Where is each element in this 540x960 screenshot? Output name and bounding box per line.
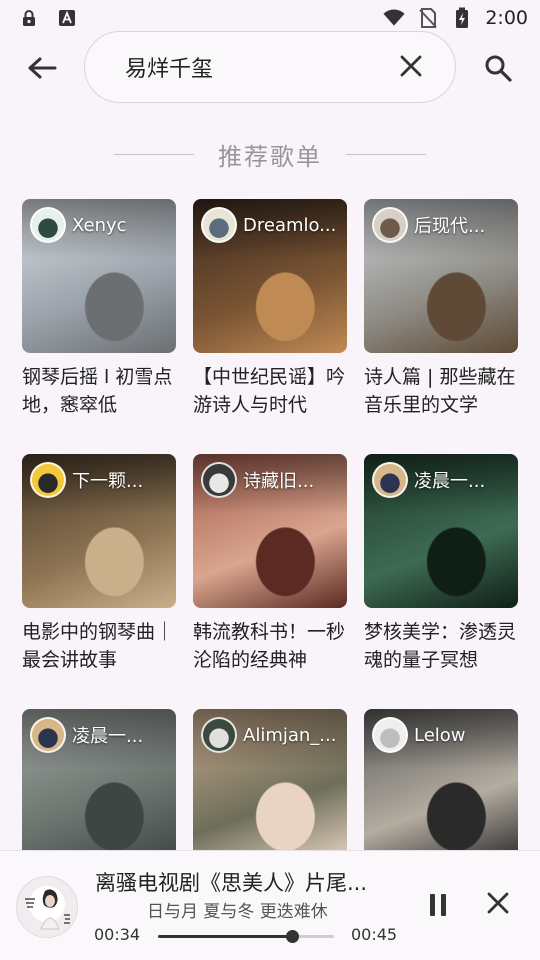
search-query: 易烊千玺 bbox=[125, 57, 214, 82]
owner-name: Dreamlo... bbox=[243, 214, 337, 236]
close-icon bbox=[400, 55, 422, 81]
close-icon bbox=[487, 892, 509, 918]
avatar bbox=[30, 717, 66, 753]
playlist-owner: Xenyc bbox=[30, 207, 170, 243]
lock-icon bbox=[18, 7, 40, 29]
close-player-button[interactable] bbox=[484, 891, 512, 919]
playlist-title: 钢琴后摇 l 初雪点地，窸窣低 bbox=[22, 366, 173, 416]
pause-icon bbox=[430, 894, 446, 916]
playlist-owner: Lelow bbox=[372, 717, 512, 753]
playlist-card[interactable]: 后现代... 诗人篇 | 那些藏在音乐里的文学 bbox=[364, 199, 518, 419]
owner-name: Xenyc bbox=[72, 214, 127, 236]
playlist-owner: 诗藏旧... bbox=[201, 462, 341, 498]
section-header: 推荐歌单 bbox=[0, 134, 540, 174]
avatar bbox=[201, 717, 237, 753]
owner-name: 凌晨一... bbox=[72, 726, 144, 747]
playlist-cover[interactable]: Xenyc bbox=[22, 199, 176, 353]
divider bbox=[346, 153, 426, 155]
section-title: 推荐歌单 bbox=[218, 142, 322, 171]
avatar bbox=[30, 462, 66, 498]
keyboard-a-icon bbox=[56, 7, 78, 29]
pause-button[interactable] bbox=[424, 891, 452, 919]
divider bbox=[114, 153, 194, 155]
search-button[interactable] bbox=[480, 52, 516, 88]
playlist-title: 诗人篇 | 那些藏在音乐里的文学 bbox=[364, 366, 516, 416]
playlist-owner: 凌晨一... bbox=[372, 462, 512, 498]
progress-knob[interactable] bbox=[285, 930, 299, 943]
back-button[interactable] bbox=[20, 52, 64, 88]
playlist-cover[interactable]: Lelow bbox=[364, 709, 518, 863]
avatar bbox=[201, 462, 237, 498]
total-time: 00:45 bbox=[351, 925, 398, 944]
owner-name: Lelow bbox=[414, 724, 466, 746]
playlist-title: 电影中的钢琴曲｜最会讲故事 bbox=[22, 621, 175, 671]
search-icon bbox=[484, 54, 512, 86]
owner-name: 下一颗... bbox=[72, 471, 144, 492]
avatar bbox=[372, 462, 408, 498]
playlist-title: 韩流教科书！一秒沦陷的经典神 bbox=[193, 621, 346, 671]
avatar bbox=[372, 207, 408, 243]
playlist-cover[interactable]: 后现代... bbox=[364, 199, 518, 353]
playlist-owner: 后现代... bbox=[372, 207, 512, 243]
playlist-cover[interactable]: Alimjan_... bbox=[193, 709, 347, 863]
progress-fill bbox=[158, 935, 292, 938]
album-art[interactable] bbox=[16, 876, 78, 938]
clock: 2:00 bbox=[485, 7, 528, 29]
owner-name: 诗藏旧... bbox=[243, 471, 315, 492]
playlist-owner: Alimjan_... bbox=[201, 717, 341, 753]
playlist-card[interactable]: 下一颗... 电影中的钢琴曲｜最会讲故事 bbox=[22, 454, 176, 674]
playlist-card[interactable]: 凌晨一... 梦核美学：渗透灵魂的量子冥想 bbox=[364, 454, 518, 674]
playlist-cover[interactable]: 凌晨一... bbox=[22, 709, 176, 863]
battery-charging-icon bbox=[451, 7, 473, 29]
owner-name: 后现代... bbox=[414, 216, 486, 237]
playlist-owner: Dreamlo... bbox=[201, 207, 341, 243]
no-sim-icon bbox=[417, 7, 439, 29]
playlist-card[interactable]: 诗藏旧... 韩流教科书！一秒沦陷的经典神 bbox=[193, 454, 347, 674]
clear-search-button[interactable] bbox=[397, 54, 425, 82]
playlist-cover[interactable]: 下一颗... bbox=[22, 454, 176, 608]
playlist-title: 【中世纪民谣】吟游诗人与时代 bbox=[193, 366, 346, 416]
owner-name: Alimjan_... bbox=[243, 724, 337, 746]
playlist-cover[interactable]: 诗藏旧... bbox=[193, 454, 347, 608]
progress-slider[interactable] bbox=[158, 930, 334, 943]
track-subtitle: 日与月 夏与冬 更迭难休 bbox=[147, 902, 328, 922]
playlist-owner: 下一颗... bbox=[30, 462, 170, 498]
playlist-cover[interactable]: 凌晨一... bbox=[364, 454, 518, 608]
avatar bbox=[372, 717, 408, 753]
search-input[interactable]: 易烊千玺 bbox=[84, 31, 456, 103]
track-title: 离骚电视剧《思美人》片尾... bbox=[95, 871, 368, 895]
avatar bbox=[201, 207, 237, 243]
current-time: 00:34 bbox=[94, 925, 141, 944]
playlist-card[interactable]: Dreamlo... 【中世纪民谣】吟游诗人与时代 bbox=[193, 199, 347, 419]
wifi-icon bbox=[383, 7, 405, 29]
playlist-title: 梦核美学：渗透灵魂的量子冥想 bbox=[364, 621, 517, 671]
playlist-card[interactable]: Xenyc 钢琴后摇 l 初雪点地，窸窣低 bbox=[22, 199, 176, 419]
avatar bbox=[30, 207, 66, 243]
owner-name: 凌晨一... bbox=[414, 471, 486, 492]
playlist-cover[interactable]: Dreamlo... bbox=[193, 199, 347, 353]
arrow-left-icon bbox=[27, 56, 57, 84]
playlist-owner: 凌晨一... bbox=[30, 717, 170, 753]
search-bar: 易烊千玺 bbox=[0, 30, 540, 106]
mini-player[interactable]: 离骚电视剧《思美人》片尾... 日与月 夏与冬 更迭难休 00:34 00:45 bbox=[0, 850, 540, 960]
